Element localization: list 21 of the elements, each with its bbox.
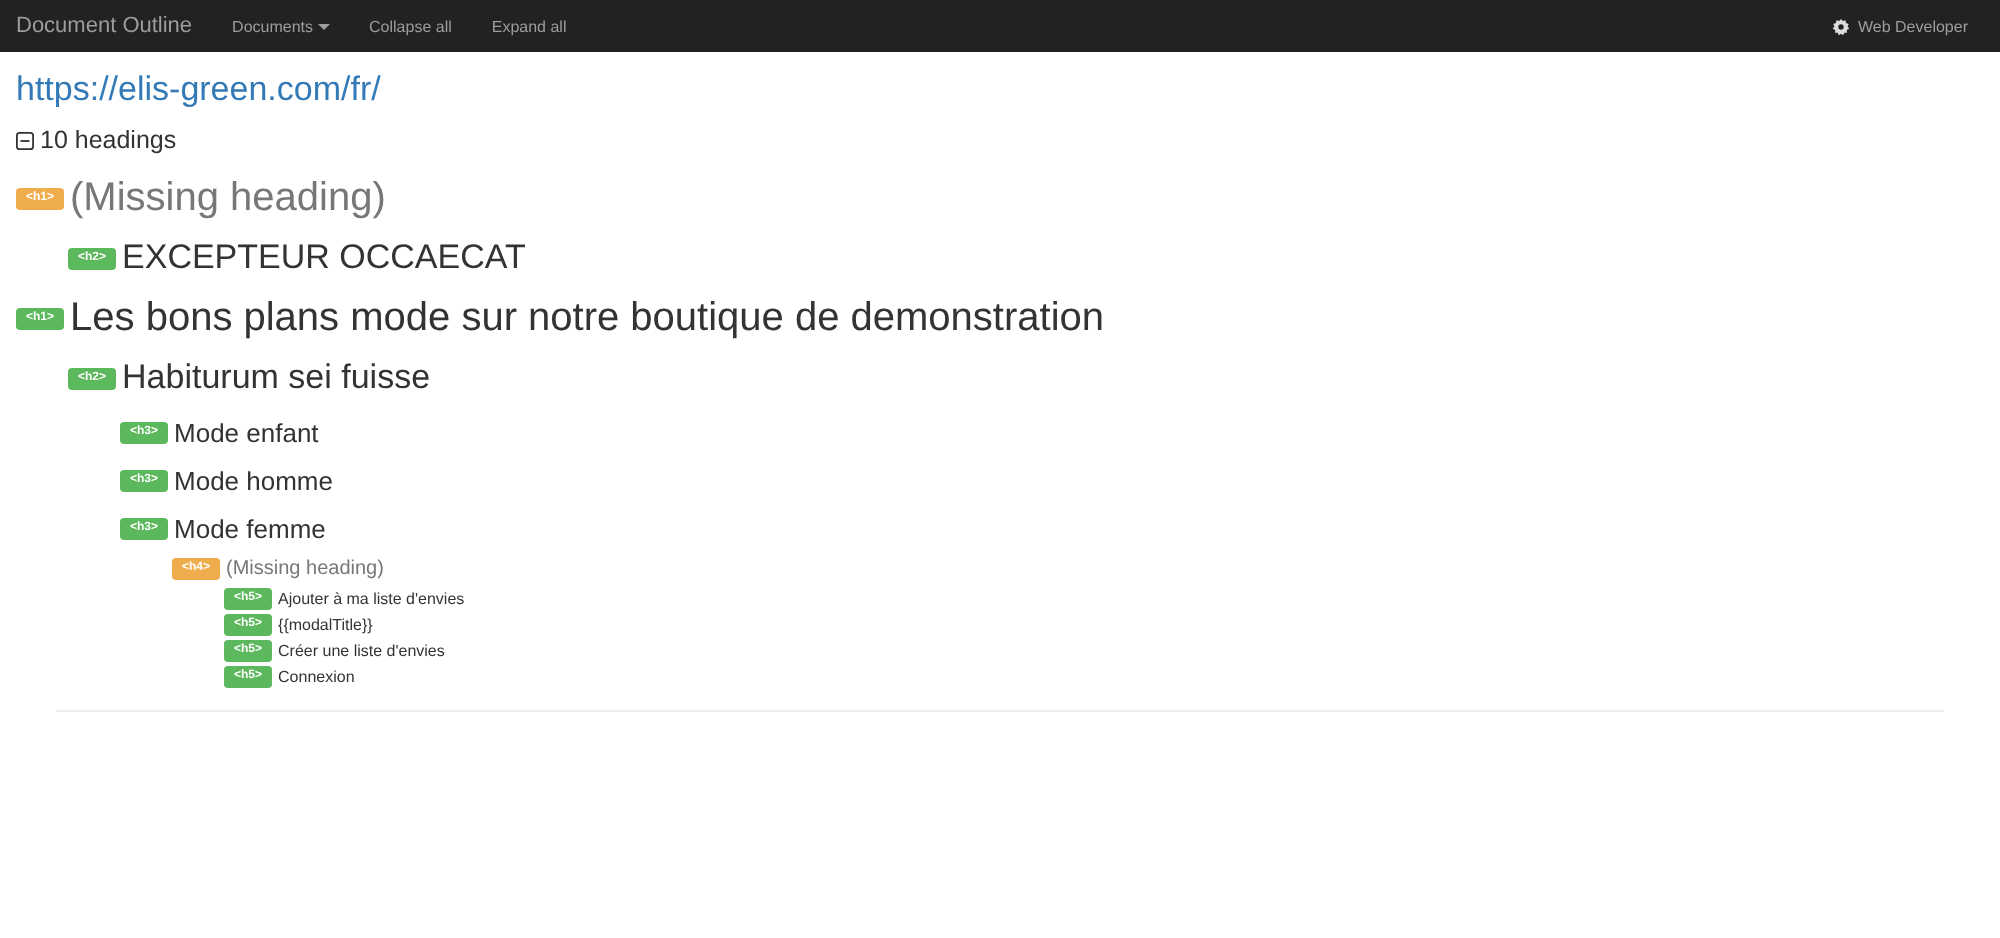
page-url-link[interactable]: https://elis-green.com/fr/: [0, 68, 2000, 112]
brand-title[interactable]: Document Outline: [16, 14, 193, 38]
heading-text: {{modalTitle}}: [278, 616, 373, 634]
headings-count: 10 headings: [40, 126, 177, 154]
heading-text: Mode femme: [174, 513, 326, 543]
heading-text: Créer une liste d'envies: [278, 642, 445, 660]
web-developer-link[interactable]: Web Developer: [1858, 17, 1968, 35]
heading-text: (Missing heading): [226, 558, 384, 580]
heading-text: EXCEPTEUR OCCAECAT: [122, 238, 526, 278]
heading-text: Connexion: [278, 668, 355, 686]
heading-text: Ajouter à ma liste d'envies: [278, 590, 465, 608]
collapse-icon[interactable]: [16, 131, 34, 149]
menu-link[interactable]: Collapse all: [369, 17, 452, 35]
menu-link[interactable]: Expand all: [491, 17, 567, 35]
menu-link[interactable]: Documents: [232, 17, 330, 35]
heading-text: Mode enfant: [174, 417, 319, 447]
heading-text: (Missing heading): [70, 175, 386, 221]
heading-text: Habiturum sei fuisse: [122, 358, 431, 398]
gear-icon: [1832, 17, 1850, 35]
heading-text: Les bons plans mode sur notre boutique de demonstration: [70, 295, 1105, 341]
heading-text: Mode homme: [174, 465, 333, 495]
